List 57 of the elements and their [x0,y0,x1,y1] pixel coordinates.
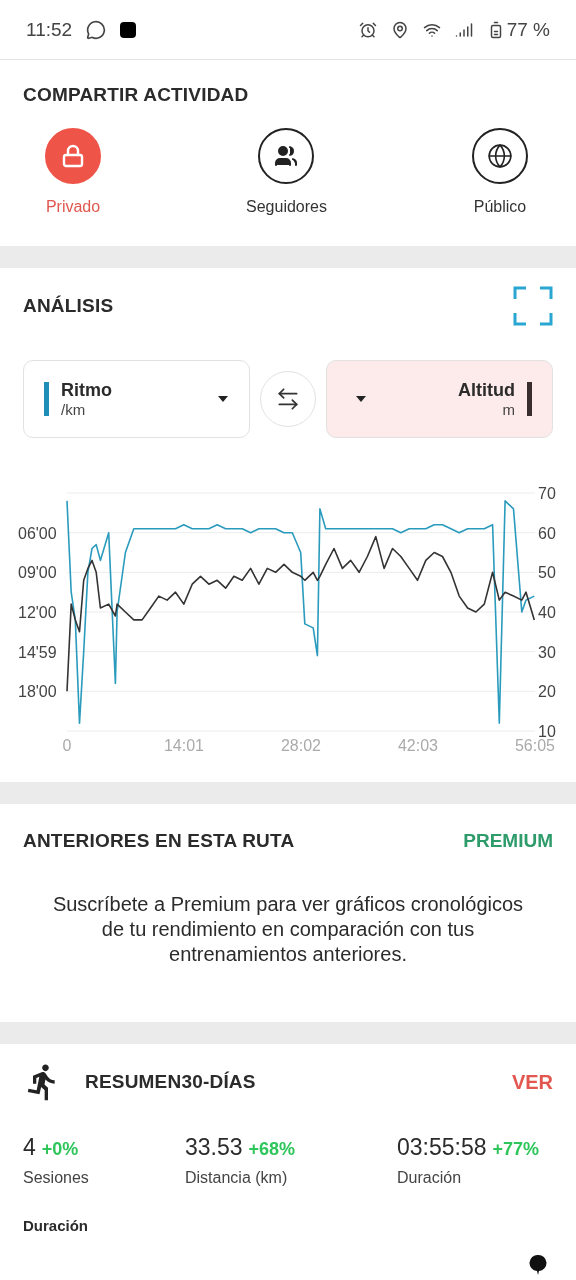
alarm-icon [358,20,377,39]
location-icon [390,20,409,39]
premium-message: Suscríbete a Premium para ver gráficos cronológicos de tu rendimiento en comparación con tus entrenamientos anteriores. [51,892,525,967]
axis-label: 09'00 [18,564,57,582]
fullscreen-icon[interactable] [513,286,553,326]
stat-change: +68% [248,1139,296,1159]
globe-icon [487,143,513,169]
metric-name: Altitud [457,380,515,401]
axis-label: 70 [538,485,556,502]
axis-label: 42:03 [397,737,438,754]
axis-label: 60 [538,524,556,542]
axis-label: 0 [62,737,72,754]
axis-label: 30 [538,643,556,661]
stat-value: 4 [23,1134,36,1160]
app-icon [120,21,137,38]
axis-label: 10 [538,723,556,740]
view-link[interactable]: VER [511,1070,553,1094]
axis-label: 18'00 [18,683,57,701]
people-icon [274,144,299,168]
pin-icon [529,1254,547,1276]
metric-selector[interactable]: Ritmo /km [23,360,250,438]
stat-change: +77% [492,1139,540,1159]
chat-icon [86,19,107,40]
section-title: ANÁLISIS [23,295,114,317]
axis-label: 56:05 [515,737,555,754]
section-title: RESUMEN30-DÍAS [85,1071,256,1093]
stat-label: Sesiones [23,1169,90,1187]
status-time: 11:52 [26,18,73,41]
section-title: ANTERIORES EN ESTA RUTA [23,830,295,852]
signal-icon [454,20,473,39]
axis-label: 40 [538,604,556,621]
metric-unit: m [501,401,515,418]
caret-icon [217,395,229,403]
stat-change: +0% [41,1139,79,1159]
axis-label: 14'59 [18,643,57,661]
swap-button[interactable] [260,371,316,427]
metric-name: Ritmo [61,380,113,401]
caret-icon [355,395,367,403]
lock-icon [61,144,85,168]
axis-label: 28:02 [280,737,321,754]
metric-selector[interactable]: Altitud m [326,360,553,438]
axis-label: 14:01 [164,737,204,754]
axis-label: 06'00 [18,524,57,542]
metric-unit: /km [61,401,87,418]
stat-label: Duración [397,1169,463,1187]
premium-label: PREMIUM [463,830,553,852]
swap-icon [275,386,301,412]
visibility-option[interactable]: Seguidores [246,128,327,216]
chart-heading: Duración [23,1217,89,1234]
stat-label: Distancia (km) [185,1169,289,1187]
axis-label: 50 [538,564,556,582]
stat-value: 33.53 [185,1134,243,1160]
axis-label: 12'00 [18,604,57,621]
axis-label: 20 [538,683,556,701]
battery-level: 77 % [506,18,550,41]
section-title: COMPARTIR ACTIVIDAD [23,84,250,106]
stat-value: 03:55:58 [397,1134,487,1160]
